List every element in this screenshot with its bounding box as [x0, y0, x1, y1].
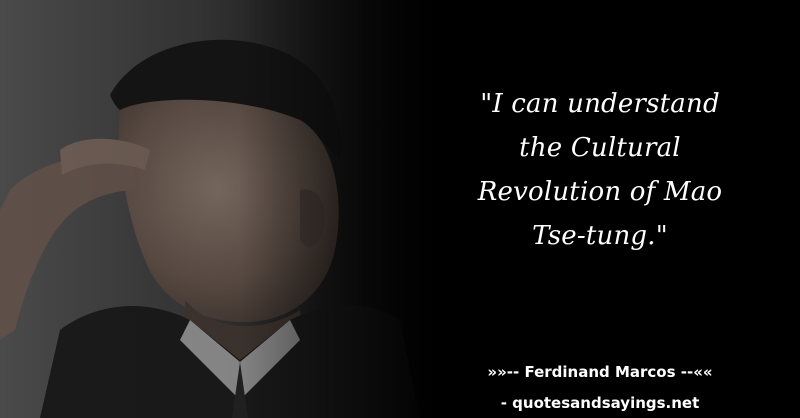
quote-author: »»-- Ferdinand Marcos --««: [487, 363, 713, 381]
quote-line: "I can understand: [480, 89, 720, 119]
quote-image: "I can understand the Cultural Revolutio…: [0, 0, 800, 418]
quote-text: "I can understand the Cultural Revolutio…: [440, 82, 760, 258]
quote-line: Tse-tung.": [532, 221, 668, 251]
source-link[interactable]: - quotesandsayings.net: [440, 393, 760, 413]
quote-line: Revolution of Mao: [477, 177, 723, 207]
quote-line: the Cultural: [519, 133, 681, 163]
